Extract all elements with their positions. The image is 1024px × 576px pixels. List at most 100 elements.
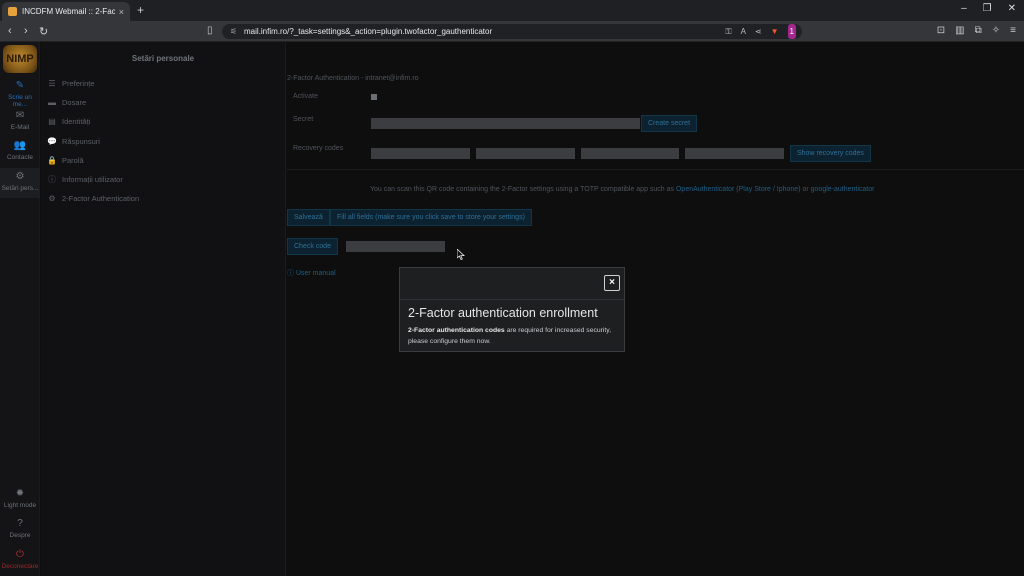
rail-logout[interactable]: ⏻ Deconectare <box>0 549 40 573</box>
question-icon: ? <box>17 518 23 529</box>
translate-icon[interactable]: A <box>741 24 746 39</box>
user-manual-link[interactable]: ⓘ User manual <box>287 268 336 278</box>
url-text: mail.infim.ro/?_task=settings&_action=pl… <box>244 27 493 36</box>
share-icon[interactable]: ⋖ <box>755 24 762 39</box>
gear-icon: ⚙ <box>48 193 56 203</box>
qr-text: ) or <box>798 186 811 193</box>
mouse-cursor-icon <box>456 247 466 261</box>
settings-item-2fa[interactable]: ⚙ 2-Factor Authentication <box>47 191 139 205</box>
minimize-button[interactable]: – <box>961 3 967 14</box>
dialog-close-button[interactable]: × <box>604 275 620 291</box>
user-manual-label: User manual <box>295 270 336 277</box>
activate-checkbox[interactable] <box>371 94 377 100</box>
address-bar[interactable]: ⚟ mail.infim.ro/?_task=settings&_action=… <box>222 24 802 39</box>
divider <box>287 169 1024 170</box>
favicon-icon <box>8 7 17 16</box>
dialog-message-bold: 2-Factor authentication codes <box>408 327 505 334</box>
browser-tab[interactable]: INCDFM Webmail :: 2-Factor × <box>2 2 130 21</box>
rail-logout-label: Deconectare <box>1 563 39 570</box>
bookmark-icon[interactable]: ▯ <box>207 25 213 36</box>
browser-navbar: ‹ › ↻ ▯ ⚟ mail.infim.ro/?_task=settings&… <box>0 21 1024 42</box>
settings-item-label: Parolă <box>62 155 84 165</box>
power-icon: ⏻ <box>16 549 24 560</box>
help-circle-icon: ⓘ <box>287 270 296 277</box>
lock-icon: 🔒 <box>47 155 57 165</box>
settings-item-user-info[interactable]: ⓘ Informații utilizator <box>47 172 123 186</box>
rail-settings[interactable]: ⚙ Setări pers... <box>0 168 40 198</box>
settings-item-folders[interactable]: ▬ Dosare <box>47 95 86 109</box>
forward-icon[interactable]: › <box>24 25 28 37</box>
rail-about[interactable]: ? Despre <box>0 518 40 542</box>
settings-item-label: Preferințe <box>62 78 95 88</box>
sun-icon: ✹ <box>15 488 25 499</box>
reload-icon[interactable]: ↻ <box>39 25 48 38</box>
rewards-icon[interactable]: 1 <box>787 24 796 39</box>
rail-email-label: E-Mail <box>10 124 30 131</box>
secret-label: Secret <box>293 116 314 123</box>
rail-contacts[interactable]: 👥 Contacte <box>0 140 40 166</box>
recovery-code-field[interactable] <box>371 148 470 159</box>
address-bar-icons: ⚿ A ⋖ ▼ 1 <box>725 24 796 39</box>
leo-icon[interactable]: ✧ <box>992 25 1000 36</box>
recovery-code-field[interactable] <box>581 148 679 159</box>
settings-item-label: 2-Factor Authentication <box>62 193 140 203</box>
back-icon[interactable]: ‹ <box>8 25 12 37</box>
settings-item-responses[interactable]: 💬 Răspunsuri <box>47 134 100 148</box>
sidebar-icon[interactable]: ▥ <box>955 25 964 36</box>
maximize-button[interactable]: ❐ <box>983 3 992 14</box>
openauthenticator-link[interactable]: OpenAuthenticator <box>676 186 734 193</box>
rail-contacts-label: Contacte <box>6 154 34 161</box>
activate-label: Activate <box>293 93 318 100</box>
settings-item-label: Informații utilizator <box>62 174 123 184</box>
rail-about-label: Despre <box>9 532 31 539</box>
tab-close-icon[interactable]: × <box>119 7 124 17</box>
recovery-codes-label: Recovery codes <box>293 145 344 152</box>
info-icon: ⓘ <box>48 174 56 184</box>
content-area: 2-Factor Authentication - intranet@infim… <box>287 42 1024 576</box>
preferences-icon: ☰ <box>48 78 56 88</box>
site-info-icon[interactable]: ⚟ <box>230 24 237 39</box>
enrollment-dialog: × 2-Factor authentication enrollment 2-F… <box>399 267 625 352</box>
key-icon[interactable]: ⚿ <box>725 24 731 39</box>
compose-icon: ✎ <box>15 80 25 91</box>
window-controls: – ❐ ✕ <box>961 3 1016 14</box>
brave-shield-icon[interactable]: ▼ <box>771 24 779 39</box>
settings-item-label: Dosare <box>62 97 87 107</box>
save-button[interactable]: Salvează <box>287 209 330 226</box>
extensions-icon[interactable]: ⧉ <box>975 25 982 36</box>
secret-field[interactable] <box>371 118 640 129</box>
gear-icon: ⚙ <box>15 171 25 182</box>
store-link[interactable]: Play Store / Iphone <box>739 186 799 193</box>
browser-toolbar-right: ⊡ ▥ ⧉ ✧ ≡ <box>937 25 1016 36</box>
recovery-code-field[interactable] <box>476 148 575 159</box>
qr-instructions: You can scan this QR code containing the… <box>370 186 874 193</box>
logo: NIMP <box>3 45 37 73</box>
fill-all-fields-button[interactable]: Fill all fields (make sure you click sav… <box>330 209 532 226</box>
close-window-button[interactable]: ✕ <box>1008 3 1016 14</box>
menu-icon[interactable]: ≡ <box>1010 25 1016 36</box>
rail-light-mode[interactable]: ✹ Light mode <box>0 488 40 512</box>
settings-item-label: Răspunsuri <box>62 136 100 146</box>
settings-item-preferences[interactable]: ☰ Preferințe <box>47 76 95 90</box>
new-tab-button[interactable]: + <box>137 3 144 17</box>
main-rail: NIMP ✎ Scrie un me... ✉ E-Mail 👥 Contact… <box>0 42 40 576</box>
browser-tabbar: INCDFM Webmail :: 2-Factor × + – ❐ ✕ <box>0 0 1024 21</box>
wallet-icon[interactable]: ⊡ <box>937 25 945 36</box>
settings-panel: Setări personale ☰ Preferințe ▬ Dosare ▤… <box>41 42 286 576</box>
settings-item-password[interactable]: 🔒 Parolă <box>47 153 84 167</box>
check-code-input[interactable] <box>346 241 445 252</box>
qr-text: You can scan this QR code containing the… <box>370 186 676 193</box>
show-recovery-codes-button[interactable]: Show recovery codes <box>790 145 871 162</box>
recovery-code-field[interactable] <box>685 148 784 159</box>
dialog-title: 2-Factor authentication enrollment <box>408 306 598 320</box>
check-code-button[interactable]: Check code <box>287 238 338 255</box>
rail-compose[interactable]: ✎ Scrie un me... <box>0 80 40 108</box>
comment-icon: 💬 <box>47 136 57 146</box>
create-secret-button[interactable]: Create secret <box>641 115 698 132</box>
google-authenticator-link[interactable]: google-authenticator <box>811 186 875 193</box>
settings-item-identities[interactable]: ▤ Identități <box>47 114 90 128</box>
folder-icon: ▬ <box>48 97 56 107</box>
rail-email[interactable]: ✉ E-Mail <box>0 110 40 136</box>
settings-item-label: Identități <box>62 116 91 126</box>
id-card-icon: ▤ <box>48 116 56 126</box>
